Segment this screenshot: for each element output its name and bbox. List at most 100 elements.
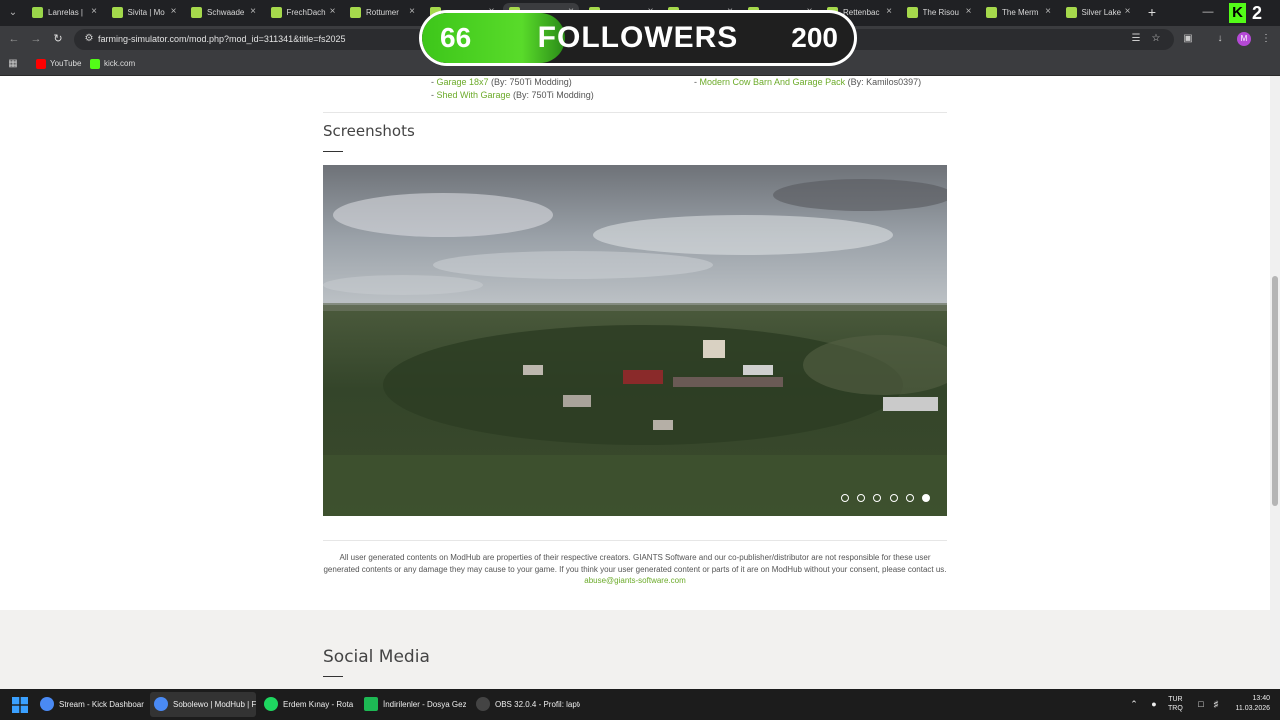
obs-icon [476,696,490,711]
network-icon[interactable]: □ [1194,697,1208,711]
reload-icon[interactable]: ↻ [50,31,66,47]
clock-time: 13:40 [1252,695,1270,702]
farming-simulator-icon [270,7,282,18]
heading-underline [323,151,343,152]
forward-arrow-icon[interactable]: → [28,31,44,47]
required-mod-link[interactable]: Garage 18x7 [437,77,489,87]
profile-avatar[interactable]: M [1237,32,1251,46]
disclaimer-line: All user generated contents on ModHub ar… [339,553,931,562]
tab-search-chevron-icon[interactable]: ⌄ [4,4,22,22]
kick-logo-icon: K [1229,3,1246,23]
browser-tab[interactable]: FrechDach × [265,3,341,23]
page-content: - Garage 18x7 (By: 750Ti Modding) - Shed … [0,76,1270,689]
farming-simulator-icon [986,7,997,18]
clock-date: 11.03.2026 [1235,705,1270,712]
required-mod-item: - Garage 18x7 (By: 750Ti Modding) [431,76,594,89]
extensions-icon[interactable]: ▣ [1180,31,1196,47]
social-media-heading: Social Media [323,647,430,667]
tab-close-icon[interactable]: × [88,5,100,19]
browser-tab[interactable]: Sivita | Mo × [106,3,182,23]
required-mod-author: (By: 750Ti Modding) [488,77,572,87]
bookmark-label: YouTube [50,59,82,68]
tab-title: FrechDach [286,8,326,17]
file-explorer-icon [364,696,378,711]
taskbar-app[interactable]: Sobolewo | ModHub | F [150,692,256,717]
screenshot-slide-image[interactable] [323,165,947,516]
tab-close-icon[interactable]: × [168,5,180,19]
abuse-email-link[interactable]: abuse@giants-software.com [323,575,947,587]
kick-icon [90,58,100,69]
taskbar-app-label: OBS 32.0.4 - Profil: laptc [495,700,580,709]
back-arrow-icon[interactable]: ← [6,31,22,47]
tab-close-icon[interactable]: × [1122,5,1134,19]
tab-title: The Merm [1002,8,1039,17]
bookmark-kickcom[interactable]: kick.com [90,56,135,72]
slider-dot[interactable] [841,494,849,502]
system-clock[interactable]: 13:40 11.03.2026 [1226,694,1270,714]
slider-dot[interactable] [889,494,898,502]
follower-goal-overlay: 66 FOLLOWERS 200 [419,10,857,66]
taskbar-app-label: Sobolewo | ModHub | F [173,700,256,709]
apps-grid-icon[interactable]: ▦ [5,56,21,72]
bookmark-youtube[interactable]: YouTube [36,56,81,72]
tab-close-icon[interactable]: × [883,5,895,19]
tab-close-icon[interactable]: × [406,5,418,19]
tab-close-icon[interactable]: × [327,5,339,19]
tab-title: Lanrelas | [48,8,83,17]
spotify-icon [264,696,278,711]
farming-simulator-icon [191,7,202,18]
browser-tab[interactable]: Silver Lake × [1060,3,1136,23]
required-mod-author: (By: Kamilos0397) [845,77,922,87]
language-indicator[interactable]: TUR TRQ [1168,695,1183,713]
page-scrollbar[interactable] [1270,76,1280,689]
follower-goal-bar: 66 FOLLOWERS 200 [422,13,854,63]
language-bottom: TRQ [1168,705,1183,712]
required-mod-author: (By: 750Ti Modding) [510,90,594,100]
minimize-icon[interactable]: — [1198,3,1218,21]
slider-dot[interactable] [922,494,930,502]
disclaimer-text: All user generated contents on ModHub ar… [323,552,947,587]
taskbar-app[interactable]: OBS 32.0.4 - Profil: laptc [472,692,580,717]
taskbar-app-label: İndirilenler - Dosya Gez [383,700,466,709]
kick-counter: 2 [1252,3,1263,23]
microphone-icon[interactable]: ● [1148,697,1160,711]
new-tab-plus-icon[interactable]: + [1144,4,1160,20]
windows-start-icon[interactable] [12,697,28,713]
farming-simulator-icon [1065,7,1077,18]
youtube-icon [36,58,46,69]
site-info-icon[interactable]: ⚙ [82,32,96,46]
tab-close-icon[interactable]: × [247,5,259,19]
required-mod-item: - Shed With Garage (By: 750Ti Modding) [431,89,594,102]
browser-menu-icon[interactable]: ⋮ [1258,31,1274,47]
bookmark-star-icon[interactable]: ☆ [1148,31,1164,47]
chrome-icon [154,696,168,711]
windows-taskbar: Stream - Kick Dashboar Sobolewo | ModHub … [0,689,1280,720]
required-mod-link[interactable]: Shed With Garage [437,90,511,100]
required-mod-link[interactable]: Modern Cow Barn And Garage Pack [700,77,846,87]
required-mod-item: - Modern Cow Barn And Garage Pack (By: K… [694,76,921,89]
farming-simulator-icon [32,7,43,18]
translate-icon[interactable]: ☰ [1128,31,1144,47]
slider-dot[interactable] [905,494,914,502]
tab-title: Schwaade [207,8,245,17]
tab-close-icon[interactable]: × [1042,5,1054,19]
taskbar-app[interactable]: Stream - Kick Dashboar [36,692,144,717]
farming-simulator-icon [906,7,918,18]
tab-close-icon[interactable]: × [963,5,975,19]
scrollbar-thumb[interactable] [1272,276,1278,506]
taskbar-app[interactable]: Erdem Kınay - Rota [260,692,356,717]
browser-tab[interactable]: The Merm × [980,3,1056,23]
social-media-section: Social Media [0,610,1270,689]
download-icon[interactable]: ↓ [1212,31,1228,47]
taskbar-app[interactable]: İndirilenler - Dosya Gez [360,692,466,717]
browser-tab[interactable]: Lanrelas | × [26,3,102,23]
tray-chevron-icon[interactable]: ⌃ [1128,697,1140,711]
follower-label: FOLLOWERS [537,21,739,54]
url-text[interactable]: farming-simulator.com/mod.php?mod_id=311… [98,29,345,50]
chrome-icon [40,696,54,711]
volume-icon[interactable]: ♯ [1210,697,1222,711]
browser-tab[interactable]: Rottumer × [344,3,420,23]
browser-tab[interactable]: The Risou × [901,3,977,23]
heading-underline [323,676,343,677]
browser-tab[interactable]: Schwaade × [185,3,261,23]
